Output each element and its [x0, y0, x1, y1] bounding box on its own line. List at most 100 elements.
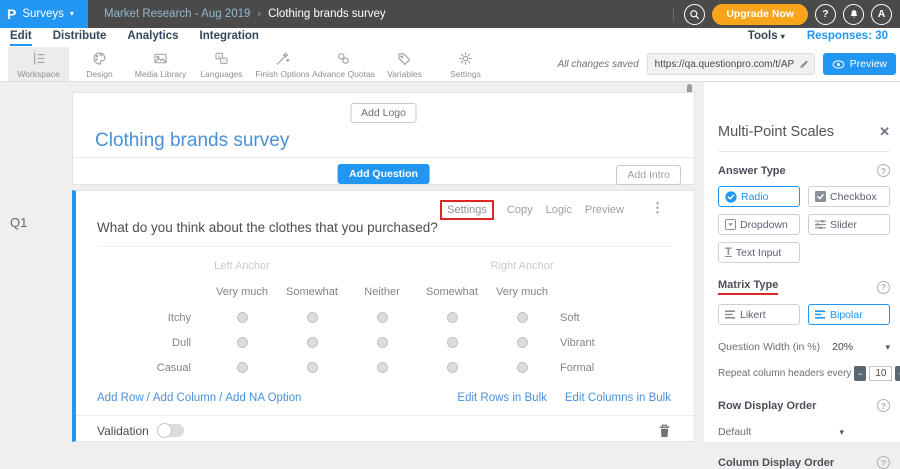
breadcrumb-folder[interactable]: Market Research - Aug 2019: [104, 8, 250, 20]
validation-label: Validation: [97, 424, 149, 438]
radio-option[interactable]: [237, 362, 248, 373]
radio-option[interactable]: [377, 362, 388, 373]
likert-icon: [725, 309, 736, 320]
radio-option[interactable]: [237, 337, 248, 348]
translate-icon: aA: [213, 50, 230, 67]
left-anchor-label[interactable]: Left Anchor: [207, 253, 277, 279]
toolbar-item-settings[interactable]: Settings: [435, 47, 496, 81]
help-button[interactable]: ?: [815, 4, 836, 25]
tab-integration[interactable]: Integration: [200, 30, 259, 44]
increment-button[interactable]: +: [895, 366, 900, 381]
upgrade-now-button[interactable]: Upgrade Now: [712, 4, 808, 25]
answer-type-slider[interactable]: Slider: [808, 214, 890, 235]
radio-option[interactable]: [307, 362, 318, 373]
tools-menu[interactable]: Tools ▾: [748, 30, 785, 42]
row-label-right[interactable]: Formal: [557, 355, 695, 380]
add-na-option-link[interactable]: Add NA Option: [225, 392, 301, 404]
row-label-right[interactable]: Vibrant: [557, 330, 695, 355]
pencil-icon: [798, 58, 810, 70]
trash-icon: [658, 423, 671, 438]
responses-count[interactable]: Responses: 30: [807, 30, 888, 42]
column-header[interactable]: Very much: [487, 279, 557, 305]
close-icon[interactable]: ✕: [879, 124, 890, 140]
column-header[interactable]: Very much: [207, 279, 277, 305]
question-preview-button[interactable]: Preview: [585, 204, 624, 216]
validation-toggle[interactable]: [157, 424, 184, 437]
radio-option[interactable]: [237, 312, 248, 323]
toolbar-item-languages[interactable]: aA Languages: [191, 47, 252, 81]
radio-option[interactable]: [447, 362, 458, 373]
toolbar-item-media-library[interactable]: Media Library: [130, 47, 191, 81]
question-settings-button[interactable]: Settings: [440, 200, 494, 220]
right-anchor-label[interactable]: Right Anchor: [487, 253, 557, 279]
matrix-type-bipolar[interactable]: Bipolar: [808, 304, 890, 325]
toolbar-item-variables[interactable]: Variables: [374, 47, 435, 81]
repeat-headers-value[interactable]: 10: [869, 366, 892, 381]
toolbar-item-workspace[interactable]: Workspace: [8, 47, 69, 81]
tab-analytics[interactable]: Analytics: [127, 30, 178, 44]
radio-option[interactable]: [307, 337, 318, 348]
answer-type-text-input[interactable]: T Text Input: [718, 242, 800, 263]
column-header[interactable]: Somewhat: [277, 279, 347, 305]
add-intro-button[interactable]: Add Intro: [616, 165, 681, 185]
radio-option[interactable]: [447, 312, 458, 323]
help-icon[interactable]: ?: [877, 456, 890, 469]
radio-option[interactable]: [517, 362, 528, 373]
matrix-type-likert[interactable]: Likert: [718, 304, 800, 325]
more-options-icon[interactable]: ⋮: [651, 201, 664, 215]
bulk-links: Edit Rows in Bulk Edit Columns in Bulk: [457, 392, 671, 404]
question-logic-button[interactable]: Logic: [546, 204, 572, 216]
column-header[interactable]: Neither: [347, 279, 417, 305]
question-copy-button[interactable]: Copy: [507, 204, 533, 216]
add-logo-button[interactable]: Add Logo: [350, 103, 417, 123]
preview-button[interactable]: Preview: [823, 53, 896, 75]
radio-option[interactable]: [377, 312, 388, 323]
help-icon[interactable]: ?: [877, 281, 890, 294]
check-circle-icon: [725, 191, 737, 203]
row-label-right[interactable]: Soft: [557, 305, 695, 330]
add-column-link[interactable]: Add Column: [153, 392, 216, 404]
tab-edit[interactable]: Edit: [10, 30, 32, 46]
notifications-button[interactable]: [843, 4, 864, 25]
bell-icon: [848, 8, 860, 20]
avatar[interactable]: A: [871, 4, 892, 25]
search-button[interactable]: [684, 4, 705, 25]
row-label-left[interactable]: Dull: [97, 330, 207, 355]
row-display-order-select[interactable]: Default ▾: [718, 426, 844, 438]
delete-question-button[interactable]: [658, 423, 671, 438]
help-icon[interactable]: ?: [877, 399, 890, 412]
question-text[interactable]: What do you think about the clothes that…: [97, 220, 438, 235]
tab-distribute[interactable]: Distribute: [53, 30, 107, 44]
add-question-button[interactable]: Add Question: [337, 164, 430, 184]
toolbar-item-finish-options[interactable]: Finish Options: [252, 47, 313, 81]
survey-title[interactable]: Clothing brands survey: [95, 130, 289, 152]
question-width-value[interactable]: 20%: [832, 341, 853, 353]
row-label-left[interactable]: Casual: [97, 355, 207, 380]
main-area: Q1 Add Logo Clothing brands survey Add Q…: [0, 82, 900, 442]
radio-option[interactable]: [377, 337, 388, 348]
help-icon[interactable]: ?: [877, 164, 890, 177]
chevron-down-icon[interactable]: ▾: [885, 342, 890, 353]
column-header[interactable]: Somewhat: [417, 279, 487, 305]
answer-type-radio[interactable]: Radio: [718, 186, 800, 207]
radio-option[interactable]: [447, 337, 458, 348]
divider: [718, 151, 890, 152]
answer-type-checkbox[interactable]: Checkbox: [808, 186, 890, 207]
edit-columns-bulk-link[interactable]: Edit Columns in Bulk: [565, 392, 671, 404]
answer-type-dropdown[interactable]: Dropdown: [718, 214, 800, 235]
breadcrumb-current: Clothing brands survey: [268, 8, 386, 20]
edit-url-button[interactable]: [798, 58, 810, 70]
add-row-link[interactable]: Add Row: [97, 392, 144, 404]
toolbar-item-design[interactable]: Design: [69, 47, 130, 81]
menubar: Edit Distribute Analytics Integration To…: [0, 28, 900, 47]
decrement-button[interactable]: −: [854, 366, 866, 381]
row-label-left[interactable]: Itchy: [97, 305, 207, 330]
survey-url-input[interactable]: [647, 53, 815, 75]
radio-option[interactable]: [517, 337, 528, 348]
radio-option[interactable]: [307, 312, 318, 323]
radio-option[interactable]: [517, 312, 528, 323]
product-switcher[interactable]: P Surveys ▾: [0, 0, 88, 28]
edit-rows-bulk-link[interactable]: Edit Rows in Bulk: [457, 392, 546, 404]
toolbar-item-advance-quotas[interactable]: Advance Quotas: [313, 47, 374, 81]
wand-icon: [274, 50, 291, 67]
